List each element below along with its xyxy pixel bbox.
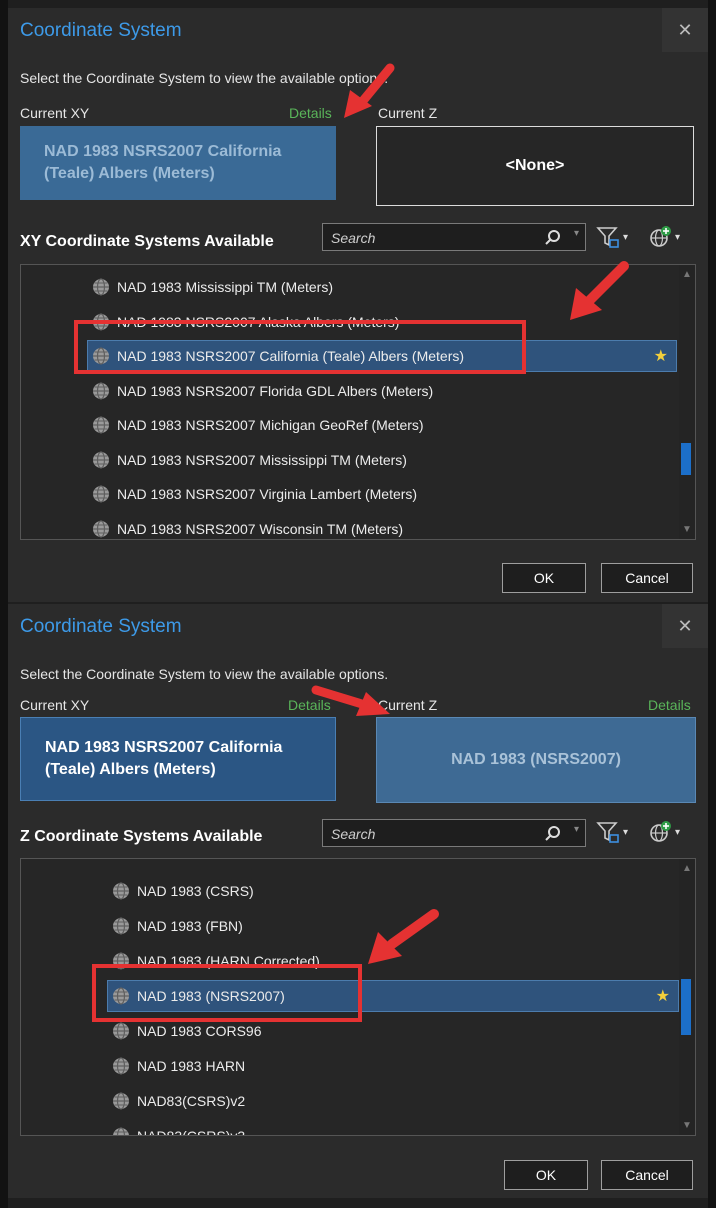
z-details-link[interactable]: Details (648, 697, 691, 713)
current-xy-box[interactable]: NAD 1983 NSRS2007 California (Teale) Alb… (20, 126, 336, 200)
cancel-button[interactable]: Cancel (601, 1160, 693, 1190)
red-arrow-details-annotation (344, 63, 395, 118)
list-item[interactable]: NAD83(CSRS)v2 (111, 1085, 245, 1117)
scroll-thumb[interactable] (681, 443, 691, 475)
list-item[interactable]: NAD 1983 Mississippi TM (Meters) (91, 271, 333, 303)
scroll-up-icon[interactable]: ▲ (682, 863, 692, 874)
red-arrow-current-z-annotation (311, 685, 390, 716)
current-z-value: NAD 1983 (NSRS2007) (451, 751, 621, 768)
close-icon[interactable]: ✕ (662, 604, 708, 648)
window-edge-right (708, 0, 716, 1208)
search-options-chevron-icon[interactable]: ▾ (574, 824, 579, 835)
add-chevron-icon: ▾ (675, 826, 681, 838)
add-coordinate-system-button[interactable]: ▾ (648, 818, 688, 846)
search-input[interactable] (329, 227, 533, 249)
list-item-label: NAD 1983 (CSRS) (137, 883, 254, 899)
filter-chevron-icon: ▾ (623, 231, 629, 243)
list-item-label: NAD 1983 (FBN) (137, 918, 243, 934)
current-xy-value: NAD 1983 NSRS2007 California (Teale) Alb… (45, 739, 283, 778)
globe-icon (111, 916, 131, 936)
close-icon[interactable]: ✕ (662, 8, 708, 52)
list-item-label: NAD83(CSRS)v2 (137, 1093, 246, 1109)
current-xy-value: NAD 1983 NSRS2007 California (Teale) Alb… (44, 143, 282, 182)
search-box[interactable]: ▾ (322, 223, 586, 251)
list-item[interactable]: NAD 1983 NSRS2007 Florida GDL Albers (Me… (91, 375, 433, 407)
list-item-label: NAD 1983 NSRS2007 Mississippi TM (Meters… (117, 451, 407, 468)
list-item-label: NAD 1983 NSRS2007 Florida GDL Albers (Me… (117, 382, 434, 399)
globe-icon (111, 1021, 131, 1041)
star-icon[interactable]: ★ (654, 346, 668, 366)
dialog-title: Coordinate System (20, 20, 182, 41)
scroll-down-icon[interactable]: ▼ (682, 524, 692, 535)
list-item-label: NAD 1983 NSRS2007 Virginia Lambert (Mete… (117, 486, 418, 502)
add-coordinate-system-icon (650, 821, 671, 842)
current-z-value: <None> (505, 157, 565, 174)
current-xy-box[interactable]: NAD 1983 NSRS2007 California (Teale) Alb… (20, 717, 336, 801)
globe-icon (111, 1126, 131, 1135)
list-item-label: NAD 1983 NSRS2007 Michigan GeoRef (Meter… (117, 417, 424, 433)
filter-icon (596, 822, 619, 843)
add-chevron-icon: ▾ (675, 231, 681, 243)
add-coordinate-system-icon (650, 226, 671, 247)
globe-icon (91, 277, 111, 297)
coordinate-system-dialog-z: Coordinate System ✕ Select the Coordinat… (8, 604, 708, 1198)
list-item[interactable]: NAD 1983 NSRS2007 Mississippi TM (Meters… (91, 444, 407, 476)
list-item[interactable]: NAD 1983 NSRS2007 Wisconsin TM (Meters) (91, 513, 404, 540)
current-z-box[interactable]: <None> (376, 126, 694, 206)
search-input[interactable] (329, 823, 533, 845)
dialog-title: Coordinate System (20, 616, 182, 637)
list-item[interactable]: NAD 1983 NSRS2007 Michigan GeoRef (Meter… (91, 409, 424, 441)
globe-icon (91, 519, 111, 539)
search-options-chevron-icon[interactable]: ▾ (574, 228, 579, 239)
list-item-label: NAD 1983 HARN (137, 1058, 246, 1074)
add-coordinate-system-button[interactable]: ▾ (648, 223, 688, 251)
filter-chevron-icon: ▾ (623, 826, 629, 838)
filter-button[interactable]: ▾ (596, 223, 636, 251)
list-item[interactable]: NAD 1983 (CSRS) (111, 875, 254, 907)
globe-icon (91, 415, 111, 435)
globe-icon (111, 1091, 131, 1111)
star-icon[interactable]: ★ (656, 986, 670, 1006)
list-scrollbar[interactable]: ▲ ▼ (679, 265, 695, 539)
red-arrow-list-annotation (570, 261, 629, 320)
scroll-up-icon[interactable]: ▲ (682, 269, 692, 280)
filter-button[interactable]: ▾ (596, 818, 636, 846)
window-edge-left (0, 0, 8, 1208)
filter-icon (596, 227, 619, 248)
list-scrollbar[interactable]: ▲ ▼ (679, 859, 695, 1135)
list-item[interactable]: NAD 1983 (FBN) (111, 910, 243, 942)
coordinate-system-dialog-xy: Coordinate System ✕ Select the Coordinat… (8, 8, 708, 602)
scroll-down-icon[interactable]: ▼ (682, 1120, 692, 1131)
search-icon[interactable] (543, 824, 563, 844)
globe-icon (91, 450, 111, 470)
globe-icon (91, 484, 111, 504)
current-xy-label: Current XY (20, 697, 90, 713)
current-xy-label: Current XY (20, 105, 90, 121)
highlight-box-selected-item (92, 964, 362, 1022)
cancel-button[interactable]: Cancel (601, 563, 693, 593)
globe-icon (111, 881, 131, 901)
instruction-text: Select the Coordinate System to view the… (20, 666, 389, 682)
xy-details-link[interactable]: Details (289, 105, 332, 121)
search-box[interactable]: ▾ (322, 819, 586, 847)
ok-button[interactable]: OK (504, 1160, 588, 1190)
highlight-box-selected-item (74, 320, 526, 374)
globe-icon (91, 381, 111, 401)
list-item-label: NAD 1983 CORS96 (137, 1023, 262, 1039)
instruction-text: Select the Coordinate System to view the… (20, 70, 389, 86)
red-arrow-list-annotation (368, 909, 439, 964)
search-icon[interactable] (543, 228, 563, 248)
available-heading: Z Coordinate Systems Available (20, 828, 263, 845)
list-item-label: NAD83(CSRS)v3 (137, 1128, 246, 1136)
list-item[interactable]: NAD 1983 HARN (111, 1050, 245, 1082)
list-item[interactable]: NAD83(CSRS)v3 (111, 1120, 246, 1136)
list-item-label: NAD 1983 Mississippi TM (Meters) (117, 279, 334, 295)
scroll-thumb[interactable] (681, 979, 691, 1035)
list-item[interactable]: NAD 1983 NSRS2007 Virginia Lambert (Mete… (91, 478, 417, 510)
globe-icon (111, 1056, 131, 1076)
available-heading: XY Coordinate Systems Available (20, 233, 274, 250)
list-item-label: NAD 1983 NSRS2007 Wisconsin TM (Meters) (117, 520, 404, 537)
current-z-box[interactable]: NAD 1983 (NSRS2007) (376, 717, 696, 803)
ok-button[interactable]: OK (502, 563, 586, 593)
